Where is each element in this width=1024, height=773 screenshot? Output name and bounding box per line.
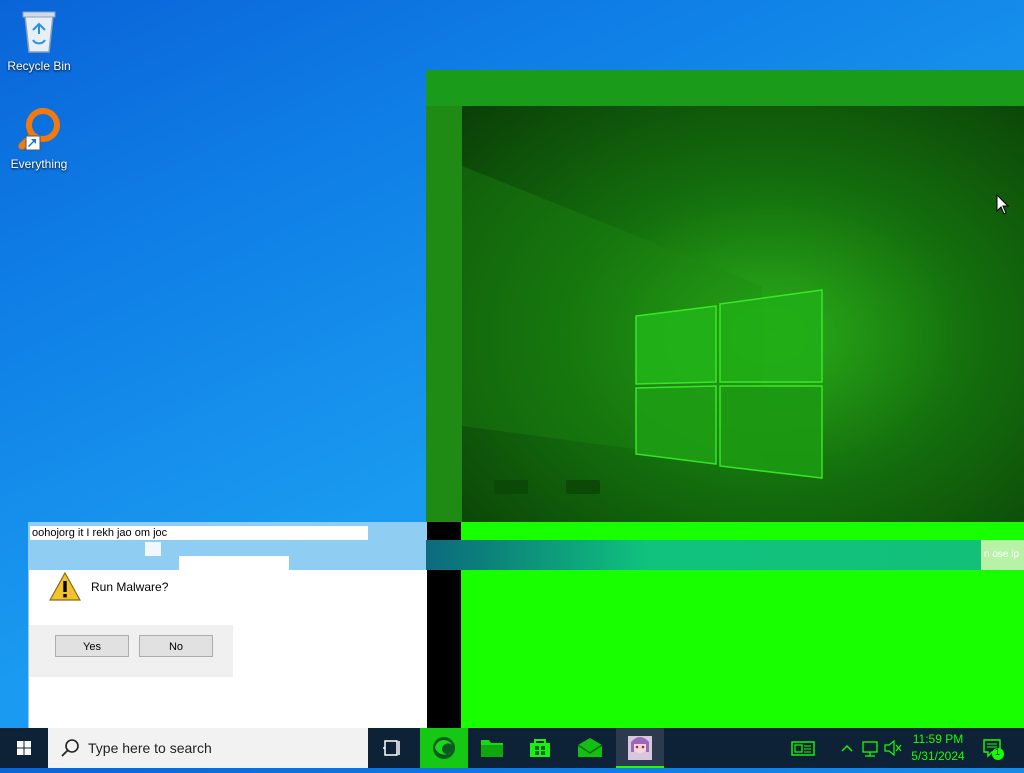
desktop-icon-label: Recycle Bin — [7, 59, 71, 73]
glitched-window-titlebar — [426, 70, 1024, 106]
glitched-window-edge — [426, 106, 462, 522]
malware-dialog: oohojorg it I rekh jao om joc Run Malwar… — [28, 522, 427, 728]
desktop-icon-everything[interactable]: Everything — [1, 106, 77, 171]
dialog-title: oohojorg it I rekh jao om joc — [30, 526, 368, 540]
chevron-up-icon — [841, 745, 853, 752]
taskbar-running-app[interactable] — [616, 728, 664, 768]
glitch-strip: n ose ip — [426, 540, 1024, 570]
taskbar-store[interactable] — [516, 728, 564, 768]
action-center-button[interactable]: 1 — [978, 728, 1008, 768]
notification-count: 1 — [995, 747, 1001, 757]
news-widget[interactable] — [788, 728, 818, 768]
taskbar-clock[interactable]: 11:59 PM 5/31/2024 — [902, 731, 974, 765]
recycle-bin-icon — [22, 11, 56, 53]
windows-start-icon — [17, 741, 31, 755]
warning-icon — [49, 572, 81, 601]
news-icon — [791, 741, 815, 756]
taskbar-search-box[interactable]: Type here to search — [48, 728, 368, 768]
dialog-message: Run Malware? — [91, 580, 169, 594]
network-icon — [862, 741, 878, 757]
taskbar-edge[interactable] — [420, 728, 468, 768]
everything-search-icon — [18, 108, 60, 151]
glitched-window-wallpaper — [462, 106, 1024, 522]
taskbar-file-explorer[interactable] — [468, 728, 516, 768]
no-button[interactable]: No — [139, 635, 213, 657]
clock-date: 5/31/2024 — [911, 749, 965, 763]
notification-icon — [983, 739, 1004, 760]
desktop-icon-label: Everything — [10, 157, 68, 171]
dialog-button-bar: Yes No — [29, 625, 233, 677]
mail-icon — [577, 738, 603, 757]
windows-logo-wallpaper-icon — [462, 166, 823, 479]
app-thumbnail-icon — [628, 736, 652, 760]
taskbar: Type here to search 11:59 PM 5/31/2024 1 — [0, 728, 1024, 768]
task-view-icon — [383, 740, 400, 756]
mouse-cursor-icon — [996, 194, 1010, 215]
clock-time: 11:59 PM — [912, 732, 964, 746]
show-hidden-icons-button[interactable] — [838, 728, 856, 768]
start-button[interactable] — [0, 728, 48, 768]
search-placeholder: Type here to search — [88, 740, 212, 756]
glitch-block — [566, 480, 600, 494]
store-icon — [530, 739, 550, 757]
desktop-icon-recycle-bin[interactable]: Recycle Bin — [1, 8, 77, 73]
edge-icon — [433, 737, 455, 759]
glitch-strip-text: n ose ip — [981, 540, 1024, 570]
glitch-block — [494, 480, 528, 494]
volume-muted-icon — [884, 739, 902, 757]
glitch-block — [145, 542, 161, 556]
desktop: Recycle Bin Everything oohojorg it I rek… — [0, 0, 1024, 728]
taskbar-mail[interactable] — [566, 728, 614, 768]
glitched-window — [426, 70, 1024, 522]
volume-button[interactable] — [882, 728, 904, 768]
search-icon — [61, 739, 79, 757]
task-view-button[interactable] — [368, 728, 416, 768]
yes-button[interactable]: Yes — [55, 635, 129, 657]
dialog-titlebar[interactable]: oohojorg it I rekh jao om joc — [29, 522, 427, 570]
network-button[interactable] — [858, 728, 882, 768]
glitch-block — [179, 556, 289, 570]
file-explorer-icon — [481, 740, 503, 757]
